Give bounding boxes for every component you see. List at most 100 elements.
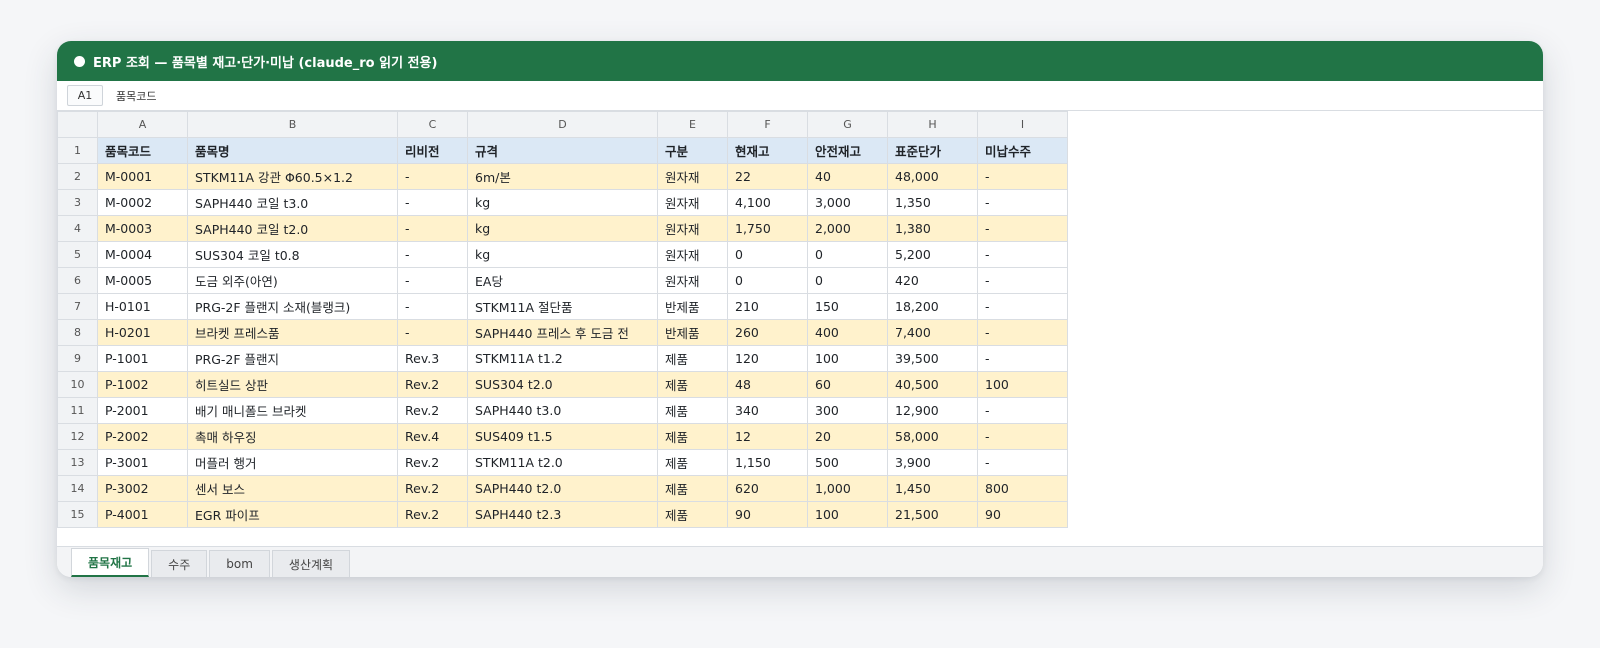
- cell-i10[interactable]: 100: [977, 371, 1068, 398]
- cell-d5[interactable]: kg: [467, 241, 658, 268]
- cell-a1[interactable]: 품목코드: [97, 137, 188, 164]
- cell-b6[interactable]: 도금 외주(아연): [187, 267, 398, 294]
- cell-g2[interactable]: 40: [807, 163, 888, 190]
- cell-f8[interactable]: 260: [727, 319, 808, 346]
- cell-e10[interactable]: 제품: [657, 371, 728, 398]
- cell-a9[interactable]: P-1001: [97, 345, 188, 372]
- cell-h1[interactable]: 표준단가: [887, 137, 978, 164]
- cell-c4[interactable]: -: [397, 215, 468, 242]
- cell-a7[interactable]: H-0101: [97, 293, 188, 320]
- cell-f7[interactable]: 210: [727, 293, 808, 320]
- cell-h7[interactable]: 18,200: [887, 293, 978, 320]
- row-number[interactable]: 14: [57, 475, 98, 502]
- row-number[interactable]: 10: [57, 371, 98, 398]
- cell-f4[interactable]: 1,750: [727, 215, 808, 242]
- cell-c8[interactable]: -: [397, 319, 468, 346]
- cell-h6[interactable]: 420: [887, 267, 978, 294]
- cell-f15[interactable]: 90: [727, 501, 808, 528]
- cell-h9[interactable]: 39,500: [887, 345, 978, 372]
- cell-e14[interactable]: 제품: [657, 475, 728, 502]
- cell-b5[interactable]: SUS304 코일 t0.8: [187, 241, 398, 268]
- cell-h8[interactable]: 7,400: [887, 319, 978, 346]
- cell-c6[interactable]: -: [397, 267, 468, 294]
- cell-b7[interactable]: PRG-2F 플랜지 소재(블랭크): [187, 293, 398, 320]
- row-number[interactable]: 13: [57, 449, 98, 476]
- cell-b13[interactable]: 머플러 행거: [187, 449, 398, 476]
- cell-i12[interactable]: -: [977, 423, 1068, 450]
- column-header-h[interactable]: H: [887, 111, 978, 138]
- cell-f2[interactable]: 22: [727, 163, 808, 190]
- row-number[interactable]: 11: [57, 397, 98, 424]
- cell-d11[interactable]: SAPH440 t3.0: [467, 397, 658, 424]
- cell-h14[interactable]: 1,450: [887, 475, 978, 502]
- cell-h15[interactable]: 21,500: [887, 501, 978, 528]
- column-header-f[interactable]: F: [727, 111, 808, 138]
- column-header-a[interactable]: A: [97, 111, 188, 138]
- cell-f10[interactable]: 48: [727, 371, 808, 398]
- cell-b9[interactable]: PRG-2F 플랜지: [187, 345, 398, 372]
- row-number[interactable]: 2: [57, 163, 98, 190]
- cell-e3[interactable]: 원자재: [657, 189, 728, 216]
- cell-a12[interactable]: P-2002: [97, 423, 188, 450]
- row-number[interactable]: 7: [57, 293, 98, 320]
- cell-i6[interactable]: -: [977, 267, 1068, 294]
- row-number[interactable]: 1: [57, 137, 98, 164]
- row-number[interactable]: 3: [57, 189, 98, 216]
- sheet-tab[interactable]: 품목재고: [71, 548, 150, 577]
- formula-value[interactable]: 품목코드: [116, 88, 156, 104]
- cell-g1[interactable]: 안전재고: [807, 137, 888, 164]
- cell-b4[interactable]: SAPH440 코일 t2.0: [187, 215, 398, 242]
- cell-e8[interactable]: 반제품: [657, 319, 728, 346]
- cell-d14[interactable]: SAPH440 t2.0: [467, 475, 658, 502]
- sheet-tab[interactable]: 수주: [151, 550, 208, 577]
- cell-d6[interactable]: EA당: [467, 267, 658, 294]
- cell-g9[interactable]: 100: [807, 345, 888, 372]
- cell-f13[interactable]: 1,150: [727, 449, 808, 476]
- cell-b2[interactable]: STKM11A 강관 Φ60.5×1.2: [187, 163, 398, 190]
- cell-c13[interactable]: Rev.2: [397, 449, 468, 476]
- cell-h4[interactable]: 1,380: [887, 215, 978, 242]
- cell-i15[interactable]: 90: [977, 501, 1068, 528]
- cell-d8[interactable]: SAPH440 프레스 후 도금 전: [467, 319, 658, 346]
- cell-b1[interactable]: 품목명: [187, 137, 398, 164]
- cell-g3[interactable]: 3,000: [807, 189, 888, 216]
- cell-h3[interactable]: 1,350: [887, 189, 978, 216]
- cell-a11[interactable]: P-2001: [97, 397, 188, 424]
- column-header-d[interactable]: D: [467, 111, 658, 138]
- cell-g8[interactable]: 400: [807, 319, 888, 346]
- cell-f11[interactable]: 340: [727, 397, 808, 424]
- cell-e15[interactable]: 제품: [657, 501, 728, 528]
- cell-c1[interactable]: 리비전: [397, 137, 468, 164]
- cell-i7[interactable]: -: [977, 293, 1068, 320]
- cell-i3[interactable]: -: [977, 189, 1068, 216]
- row-number[interactable]: 15: [57, 501, 98, 528]
- cell-e13[interactable]: 제품: [657, 449, 728, 476]
- cell-d2[interactable]: 6m/본: [467, 163, 658, 190]
- cell-g5[interactable]: 0: [807, 241, 888, 268]
- row-number[interactable]: 8: [57, 319, 98, 346]
- cell-c2[interactable]: -: [397, 163, 468, 190]
- cell-f14[interactable]: 620: [727, 475, 808, 502]
- cell-a8[interactable]: H-0201: [97, 319, 188, 346]
- cell-d13[interactable]: STKM11A t2.0: [467, 449, 658, 476]
- cell-i11[interactable]: -: [977, 397, 1068, 424]
- cell-b8[interactable]: 브라켓 프레스품: [187, 319, 398, 346]
- column-header-c[interactable]: C: [397, 111, 468, 138]
- cell-i2[interactable]: -: [977, 163, 1068, 190]
- cell-d12[interactable]: SUS409 t1.5: [467, 423, 658, 450]
- cell-g12[interactable]: 20: [807, 423, 888, 450]
- cell-b10[interactable]: 히트실드 상판: [187, 371, 398, 398]
- cell-e6[interactable]: 원자재: [657, 267, 728, 294]
- cell-e5[interactable]: 원자재: [657, 241, 728, 268]
- cell-g7[interactable]: 150: [807, 293, 888, 320]
- cell-f1[interactable]: 현재고: [727, 137, 808, 164]
- cell-g14[interactable]: 1,000: [807, 475, 888, 502]
- cell-d10[interactable]: SUS304 t2.0: [467, 371, 658, 398]
- cell-d3[interactable]: kg: [467, 189, 658, 216]
- cell-f3[interactable]: 4,100: [727, 189, 808, 216]
- cell-g6[interactable]: 0: [807, 267, 888, 294]
- cell-b3[interactable]: SAPH440 코일 t3.0: [187, 189, 398, 216]
- cell-c15[interactable]: Rev.2: [397, 501, 468, 528]
- cell-a14[interactable]: P-3002: [97, 475, 188, 502]
- cell-g11[interactable]: 300: [807, 397, 888, 424]
